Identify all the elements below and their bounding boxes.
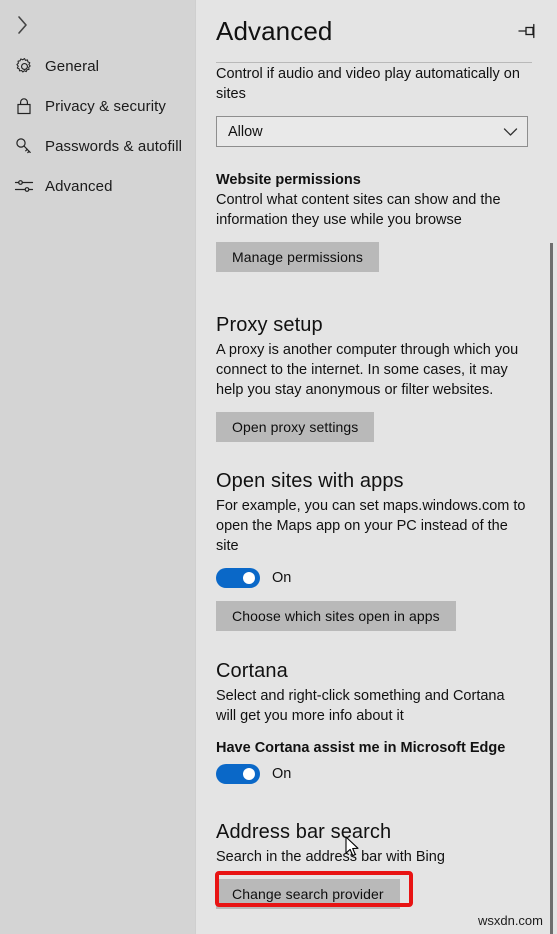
- sidebar-item-label: Privacy & security: [45, 97, 166, 115]
- sidebar-back-row: [0, 4, 196, 46]
- section-open-sites-with-apps: Open sites with apps For example, you ca…: [196, 470, 557, 631]
- section-media-autoplay: Control if audio and video play automati…: [196, 63, 557, 147]
- open-proxy-settings-button[interactable]: Open proxy settings: [216, 412, 375, 442]
- settings-sidebar: General Privacy & security Passwords & a…: [0, 0, 196, 934]
- sidebar-item-privacy[interactable]: Privacy & security: [0, 86, 196, 126]
- section-cortana: Cortana Select and right-click something…: [196, 660, 557, 784]
- settings-pane: General Privacy & security Passwords & a…: [0, 0, 557, 934]
- choose-which-sites-open-in-apps-button[interactable]: Choose which sites open in apps: [216, 601, 456, 631]
- toggle-knob: [243, 768, 255, 780]
- gear-icon: [9, 52, 39, 80]
- change-search-provider-button[interactable]: Change search provider: [216, 879, 400, 909]
- pin-icon[interactable]: [515, 18, 541, 44]
- proxy-setup-heading: Proxy setup: [216, 314, 323, 336]
- sidebar-item-general[interactable]: General: [0, 46, 196, 86]
- sidebar-item-label: General: [45, 57, 100, 75]
- section-address-bar-search: Address bar search Search in the address…: [196, 821, 557, 909]
- manage-permissions-button[interactable]: Manage permissions: [216, 242, 379, 272]
- scrollbar-thumb[interactable]: [550, 243, 553, 934]
- sidebar-item-label: Advanced: [45, 177, 113, 195]
- open-sites-with-apps-heading: Open sites with apps: [216, 470, 404, 492]
- media-autoplay-dropdown-value: Allow: [228, 123, 263, 140]
- lock-icon: [9, 92, 39, 120]
- address-bar-search-description: Search in the address bar with Bing: [216, 849, 445, 865]
- page-title: Advanced: [216, 16, 333, 46]
- open-sites-with-apps-toggle-row: On: [216, 568, 531, 588]
- sidebar-item-passwords[interactable]: Passwords & autofill: [0, 126, 196, 166]
- watermark: wsxdn.com: [477, 913, 543, 928]
- open-sites-with-apps-toggle[interactable]: [216, 568, 260, 588]
- sliders-icon: [9, 172, 39, 200]
- website-permissions-heading: Website permissions: [216, 172, 361, 188]
- key-icon: [9, 132, 39, 160]
- proxy-setup-description: A proxy is another computer through whic…: [216, 342, 519, 398]
- website-permissions-description: Control what content sites can show and …: [216, 192, 501, 228]
- cortana-toggle-row: On: [216, 764, 531, 784]
- section-proxy-setup: Proxy setup A proxy is another computer …: [196, 314, 557, 442]
- section-website-permissions: Website permissions Control what content…: [196, 172, 557, 272]
- sidebar-item-advanced[interactable]: Advanced: [0, 166, 196, 206]
- settings-content: Advanced Control if audio and video play…: [196, 0, 557, 934]
- cortana-toggle-state: On: [272, 766, 292, 782]
- cortana-heading: Cortana: [216, 660, 288, 682]
- cortana-description: Select and right-click something and Cor…: [216, 688, 505, 724]
- toggle-knob: [243, 572, 255, 584]
- address-bar-search-heading: Address bar search: [216, 821, 392, 843]
- open-sites-with-apps-description: For example, you can set maps.windows.co…: [216, 498, 526, 554]
- open-sites-with-apps-toggle-state: On: [272, 570, 292, 586]
- cortana-subheading: Have Cortana assist me in Microsoft Edge: [216, 740, 506, 756]
- chevron-right-icon[interactable]: [8, 11, 36, 39]
- sidebar-item-label: Passwords & autofill: [45, 137, 183, 155]
- cortana-toggle[interactable]: [216, 764, 260, 784]
- media-autoplay-dropdown[interactable]: Allow: [216, 116, 528, 147]
- media-autoplay-description: Control if audio and video play automati…: [216, 66, 520, 102]
- settings-scroll-body: Control if audio and video play automati…: [196, 63, 557, 934]
- chevron-down-icon: [503, 127, 518, 137]
